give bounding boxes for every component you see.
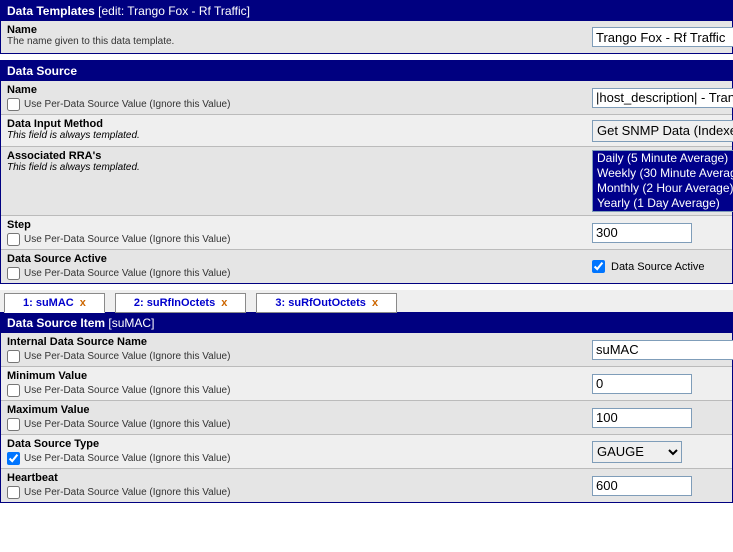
maximum-value-row: Maximum Value Use Per-Data Source Value … bbox=[1, 401, 732, 435]
step-input[interactable] bbox=[592, 223, 692, 243]
min-label: Minimum Value bbox=[7, 370, 580, 382]
associated-rra-listbox[interactable]: Daily (5 Minute Average) Weekly (30 Minu… bbox=[592, 150, 733, 212]
tab-surfoutoctets[interactable]: 3: suRfOutOctets x bbox=[256, 293, 397, 313]
close-icon[interactable]: x bbox=[372, 297, 378, 309]
dt-name-desc: The name given to this data template. bbox=[7, 36, 580, 47]
tab-label: 1: suMAC bbox=[23, 297, 74, 309]
idn-per-ds-checkbox[interactable] bbox=[7, 350, 20, 363]
idn-label: Internal Data Source Name bbox=[7, 336, 580, 348]
step-row: Step Use Per-Data Source Value (Ignore t… bbox=[1, 216, 732, 250]
dt-name-label: Name bbox=[7, 24, 580, 36]
step-per-ds-checkbox[interactable] bbox=[7, 233, 20, 246]
data-input-method-row: Data Input Method This field is always t… bbox=[1, 115, 732, 147]
maximum-value-input[interactable] bbox=[592, 408, 692, 428]
data-templates-header: Data Templates [edit: Trango Fox - Rf Tr… bbox=[1, 1, 732, 21]
ds-type-row: Data Source Type Use Per-Data Source Val… bbox=[1, 435, 732, 469]
tab-surfinoctets[interactable]: 2: suRfInOctets x bbox=[115, 293, 246, 313]
rra-option[interactable]: Monthly (2 Hour Average) bbox=[593, 181, 733, 196]
data-templates-context: [edit: Trango Fox - Rf Traffic] bbox=[98, 4, 250, 18]
internal-ds-name-row: Internal Data Source Name Use Per-Data S… bbox=[1, 333, 732, 367]
data-templates-section: Data Templates [edit: Trango Fox - Rf Tr… bbox=[0, 0, 733, 54]
rra-option[interactable]: Daily (5 Minute Average) bbox=[593, 151, 733, 166]
hb-per-ds-checkbox[interactable] bbox=[7, 486, 20, 499]
minimum-value-input[interactable] bbox=[592, 374, 692, 394]
dst-label: Data Source Type bbox=[7, 438, 580, 450]
tab-sumac[interactable]: 1: suMAC x bbox=[4, 293, 105, 313]
ds-active-check-label: Data Source Active bbox=[611, 261, 705, 273]
ds-name-label: Name bbox=[7, 84, 580, 96]
rra-desc: This field is always templated. bbox=[7, 162, 580, 173]
max-per-ds-label: Use Per-Data Source Value (Ignore this V… bbox=[24, 419, 230, 430]
min-per-ds-label: Use Per-Data Source Value (Ignore this V… bbox=[24, 385, 230, 396]
idn-per-ds-label: Use Per-Data Source Value (Ignore this V… bbox=[24, 351, 230, 362]
ds-item-tabs: 1: suMAC x 2: suRfInOctets x 3: suRfOutO… bbox=[0, 290, 733, 312]
dt-name-input[interactable] bbox=[592, 27, 733, 47]
step-per-ds-label: Use Per-Data Source Value (Ignore this V… bbox=[24, 234, 230, 245]
associated-rra-row: Associated RRA's This field is always te… bbox=[1, 147, 732, 216]
max-per-ds-checkbox[interactable] bbox=[7, 418, 20, 431]
data-source-item-section: Data Source Item [suMAC] Internal Data S… bbox=[0, 312, 733, 503]
ds-active-per-ds-label: Use Per-Data Source Value (Ignore this V… bbox=[24, 268, 230, 279]
rra-option[interactable]: Yearly (1 Day Average) bbox=[593, 196, 733, 211]
heartbeat-input[interactable] bbox=[592, 476, 692, 496]
rra-label: Associated RRA's bbox=[7, 150, 580, 162]
data-input-method-select[interactable]: Get SNMP Data (Indexed) bbox=[592, 120, 733, 142]
dst-per-ds-label: Use Per-Data Source Value (Ignore this V… bbox=[24, 453, 230, 464]
ds-item-title: Data Source Item bbox=[7, 316, 105, 330]
tab-label: 3: suRfOutOctets bbox=[275, 297, 365, 309]
dst-per-ds-checkbox[interactable] bbox=[7, 452, 20, 465]
hb-label: Heartbeat bbox=[7, 472, 580, 484]
step-label: Step bbox=[7, 219, 580, 231]
max-label: Maximum Value bbox=[7, 404, 580, 416]
data-source-header: Data Source bbox=[1, 61, 732, 81]
dim-label: Data Input Method bbox=[7, 118, 580, 130]
data-source-section: Data Source Name Use Per-Data Source Val… bbox=[0, 60, 733, 284]
min-per-ds-checkbox[interactable] bbox=[7, 384, 20, 397]
ds-item-context: [suMAC] bbox=[108, 316, 154, 330]
ds-active-label: Data Source Active bbox=[7, 253, 580, 265]
ds-active-checkbox[interactable] bbox=[592, 260, 605, 273]
ds-name-input[interactable] bbox=[592, 88, 733, 108]
minimum-value-row: Minimum Value Use Per-Data Source Value … bbox=[1, 367, 732, 401]
ds-name-row: Name Use Per-Data Source Value (Ignore t… bbox=[1, 81, 732, 115]
ds-name-per-ds-label: Use Per-Data Source Value (Ignore this V… bbox=[24, 99, 230, 110]
close-icon[interactable]: x bbox=[80, 297, 86, 309]
tab-label: 2: suRfInOctets bbox=[134, 297, 215, 309]
rra-option[interactable]: Weekly (30 Minute Average) bbox=[593, 166, 733, 181]
dt-name-row: Name The name given to this data templat… bbox=[1, 21, 732, 53]
ds-type-select[interactable]: GAUGE bbox=[592, 441, 682, 463]
ds-item-header: Data Source Item [suMAC] bbox=[1, 313, 732, 333]
data-source-title: Data Source bbox=[7, 64, 77, 78]
data-templates-title: Data Templates bbox=[7, 4, 95, 18]
dim-desc: This field is always templated. bbox=[7, 130, 580, 141]
ds-name-per-ds-checkbox[interactable] bbox=[7, 98, 20, 111]
heartbeat-row: Heartbeat Use Per-Data Source Value (Ign… bbox=[1, 469, 732, 502]
ds-active-row: Data Source Active Use Per-Data Source V… bbox=[1, 250, 732, 283]
close-icon[interactable]: x bbox=[221, 297, 227, 309]
internal-ds-name-input[interactable] bbox=[592, 340, 733, 360]
hb-per-ds-label: Use Per-Data Source Value (Ignore this V… bbox=[24, 487, 230, 498]
ds-active-per-ds-checkbox[interactable] bbox=[7, 267, 20, 280]
